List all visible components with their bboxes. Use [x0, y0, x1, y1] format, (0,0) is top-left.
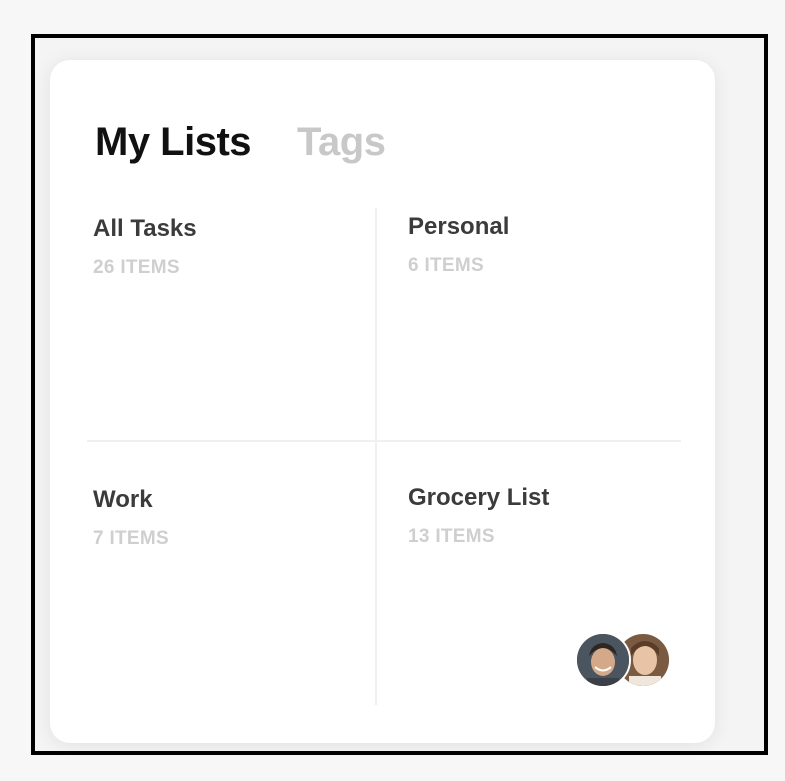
tab-tags[interactable]: Tags [297, 120, 386, 165]
list-tile-personal[interactable]: Personal 6 ITEMS [408, 213, 688, 277]
list-item-count: 6 ITEMS [408, 255, 485, 276]
list-title: Grocery List [408, 484, 550, 511]
list-title: All Tasks [93, 215, 197, 242]
shared-avatars[interactable] [575, 632, 671, 688]
list-tile-grocery-list[interactable]: Grocery List 13 ITEMS [408, 484, 688, 548]
grid-divider-horizontal [87, 440, 681, 442]
lists-card: My Lists Tags All Tasks 26 ITEMS Persona… [50, 60, 715, 743]
grid-divider-vertical [375, 208, 377, 705]
list-title: Personal [408, 213, 510, 240]
list-item-count: 7 ITEMS [93, 528, 170, 549]
list-tile-all-tasks[interactable]: All Tasks 26 ITEMS [93, 215, 373, 279]
avatar [575, 632, 631, 688]
list-tile-work[interactable]: Work 7 ITEMS [93, 486, 373, 550]
list-item-count: 26 ITEMS [93, 257, 180, 278]
tab-my-lists[interactable]: My Lists [95, 120, 252, 165]
person-icon [577, 634, 629, 686]
list-title: Work [93, 486, 153, 513]
list-item-count: 13 ITEMS [408, 526, 495, 547]
tab-bar: My Lists Tags [95, 120, 386, 165]
screenshot-frame: My Lists Tags All Tasks 26 ITEMS Persona… [31, 34, 768, 755]
